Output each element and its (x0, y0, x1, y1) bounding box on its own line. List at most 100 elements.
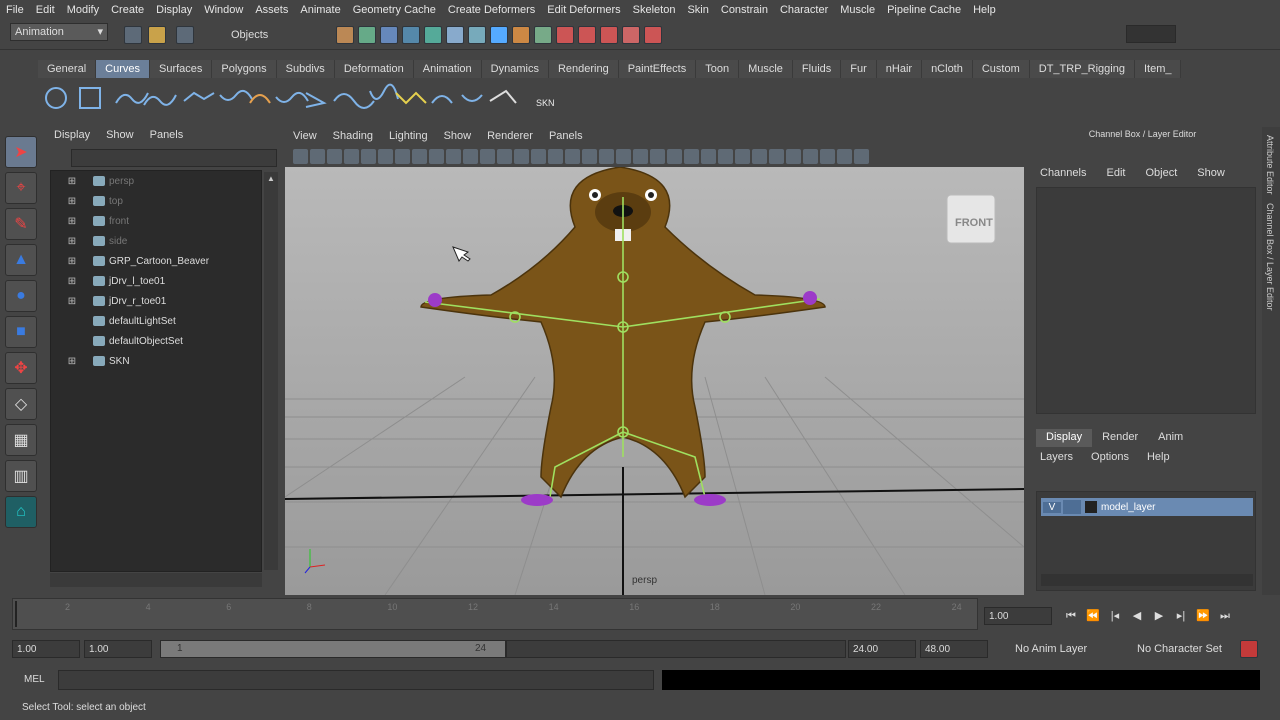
viewport-toolbar-icon[interactable] (633, 148, 648, 164)
menu-skin[interactable]: Skin (681, 4, 714, 16)
viewport-toolbar-icon[interactable] (565, 148, 580, 164)
layer-color-swatch[interactable] (1085, 501, 1097, 513)
viewport-menu-view[interactable]: View (285, 130, 325, 142)
outliner-item[interactable]: defaultObjectSet (51, 331, 261, 351)
status-tool-icon[interactable] (468, 26, 486, 44)
show-manipulator-icon[interactable]: ✥ (5, 352, 37, 384)
shelf-tab-general[interactable]: General (38, 60, 97, 78)
shelf-tab-deformation[interactable]: Deformation (334, 60, 414, 78)
menu-create-deformers[interactable]: Create Deformers (442, 4, 541, 16)
viewport-toolbar-icon[interactable] (854, 148, 869, 164)
expand-icon[interactable]: ⊞ (65, 276, 79, 287)
side-tab-attribute-editor[interactable]: Attribute Editor (1265, 135, 1275, 195)
viewport-toolbar-icon[interactable] (344, 148, 359, 164)
menu-create[interactable]: Create (105, 4, 150, 16)
shelf-tab-painteffects[interactable]: PaintEffects (618, 60, 697, 78)
persp-outliner-layout-icon[interactable]: ▥ (5, 460, 37, 492)
outliner-item[interactable]: ⊞ GRP_Cartoon_Beaver (51, 251, 261, 271)
menu-set-dropdown[interactable]: Animation ▾ (10, 23, 108, 41)
outliner-menu-panels[interactable]: Panels (150, 129, 184, 141)
viewport-toolbar-icon[interactable] (412, 148, 427, 164)
go-to-end-icon[interactable]: ⏭ (1214, 607, 1236, 625)
selection-mask-dropdown[interactable]: Objects (226, 26, 324, 44)
viewport-toolbar-icon[interactable] (701, 148, 716, 164)
four-view-layout-icon[interactable]: ▦ (5, 424, 37, 456)
menu-edit[interactable]: Edit (30, 4, 61, 16)
viewport-toolbar-icon[interactable] (820, 148, 835, 164)
viewport-toolbar-icon[interactable] (378, 148, 393, 164)
expand-icon[interactable]: ⊞ (65, 296, 79, 307)
character-set-dropdown[interactable]: No Character Set (1132, 640, 1244, 658)
viewport-toolbar-icon[interactable] (752, 148, 767, 164)
scroll-up-icon[interactable]: ▲ (264, 174, 278, 186)
shelf-tab-muscle[interactable]: Muscle (739, 60, 793, 78)
anim-layer-dropdown[interactable]: No Anim Layer (1010, 640, 1122, 658)
animation-end-field[interactable]: 48.00 (920, 640, 988, 658)
paint-select-tool-icon[interactable]: ✎ (5, 208, 37, 240)
curve-tools-shelf-icons[interactable] (44, 83, 564, 113)
viewport-toolbar-icon[interactable] (650, 148, 665, 164)
viewport-toolbar-icon[interactable] (531, 148, 546, 164)
scale-tool-icon[interactable]: ■ (5, 316, 37, 348)
viewport-toolbar-icon[interactable] (718, 148, 733, 164)
outliner-menu-display[interactable]: Display (54, 129, 90, 141)
hypershade-layout-icon[interactable]: ⌂ (5, 496, 37, 528)
single-perspective-layout-icon[interactable]: ◇ (5, 388, 37, 420)
expand-icon[interactable]: ⊞ (65, 176, 79, 187)
step-forward-key-icon[interactable]: ⏩ (1192, 607, 1214, 625)
channel-menu-edit[interactable]: Edit (1096, 167, 1135, 179)
new-scene-icon[interactable] (124, 26, 142, 44)
menu-edit-deformers[interactable]: Edit Deformers (541, 4, 626, 16)
play-backwards-icon[interactable]: ◀ (1126, 607, 1148, 625)
viewport-menu-shading[interactable]: Shading (325, 130, 381, 142)
status-tool-icon[interactable] (380, 26, 398, 44)
expand-icon[interactable]: ⊞ (65, 196, 79, 207)
shelf-tab-nhair[interactable]: nHair (876, 60, 923, 78)
status-tool-icon[interactable] (424, 26, 442, 44)
shelf-tab-ncloth[interactable]: nCloth (922, 60, 973, 78)
move-tool-icon[interactable]: ▲ (5, 244, 37, 276)
shelf-tab-rendering[interactable]: Rendering (548, 60, 619, 78)
viewport-toolbar-icon[interactable] (599, 148, 614, 164)
menu-window[interactable]: Window (198, 4, 249, 16)
save-scene-icon[interactable] (176, 26, 194, 44)
layer-tab-anim[interactable]: Anim (1148, 429, 1193, 447)
viewport-toolbar-icon[interactable] (361, 148, 376, 164)
shelf-tab-item[interactable]: Item_ (1134, 60, 1182, 78)
viewport-toolbar-icon[interactable] (310, 148, 325, 164)
scene-render[interactable] (284, 166, 1025, 596)
layer-menu-help[interactable]: Help (1147, 451, 1170, 463)
playback-end-field[interactable]: 24.00 (848, 640, 916, 658)
outliner-item[interactable]: ⊞ jDrv_l_toe01 (51, 271, 261, 291)
play-forwards-icon[interactable]: ▶ (1148, 607, 1170, 625)
outliner-item[interactable]: ⊞ side (51, 231, 261, 251)
range-slider[interactable]: 1 24 (160, 640, 506, 658)
lasso-tool-icon[interactable]: ⌖ (5, 172, 37, 204)
viewport-menu-renderer[interactable]: Renderer (479, 130, 541, 142)
open-scene-icon[interactable] (148, 26, 166, 44)
range-slider-track[interactable] (506, 640, 846, 658)
status-tool-icon[interactable] (402, 26, 420, 44)
menu-assets[interactable]: Assets (249, 4, 294, 16)
time-slider[interactable]: 2 4 6 8 10 12 14 16 18 20 22 24 (12, 598, 978, 630)
channel-menu-object[interactable]: Object (1135, 167, 1187, 179)
go-to-start-icon[interactable]: ⏮ (1060, 607, 1082, 625)
menu-animate[interactable]: Animate (294, 4, 346, 16)
skeleton-joints[interactable] (424, 197, 821, 498)
layer-menu-layers[interactable]: Layers (1040, 451, 1073, 463)
viewport-menu-panels[interactable]: Panels (541, 130, 591, 142)
outliner-menu-show[interactable]: Show (106, 129, 134, 141)
outliner-search-field[interactable] (71, 149, 277, 167)
layer-type-toggle[interactable] (1063, 500, 1081, 514)
menu-help[interactable]: Help (967, 4, 1002, 16)
status-tool-icon[interactable] (556, 26, 574, 44)
outliner-item[interactable]: ⊞ jDrv_r_toe01 (51, 291, 261, 311)
status-tool-icon[interactable] (644, 26, 662, 44)
input-line-field[interactable] (1126, 25, 1176, 43)
animation-start-field[interactable]: 1.00 (12, 640, 80, 658)
outliner-item[interactable]: ⊞ SKN (51, 351, 261, 371)
outliner-vertical-scrollbar[interactable]: ▲ (264, 172, 278, 570)
menu-skeleton[interactable]: Skeleton (627, 4, 682, 16)
status-tool-icon[interactable] (600, 26, 618, 44)
channel-box-area[interactable] (1036, 187, 1256, 414)
